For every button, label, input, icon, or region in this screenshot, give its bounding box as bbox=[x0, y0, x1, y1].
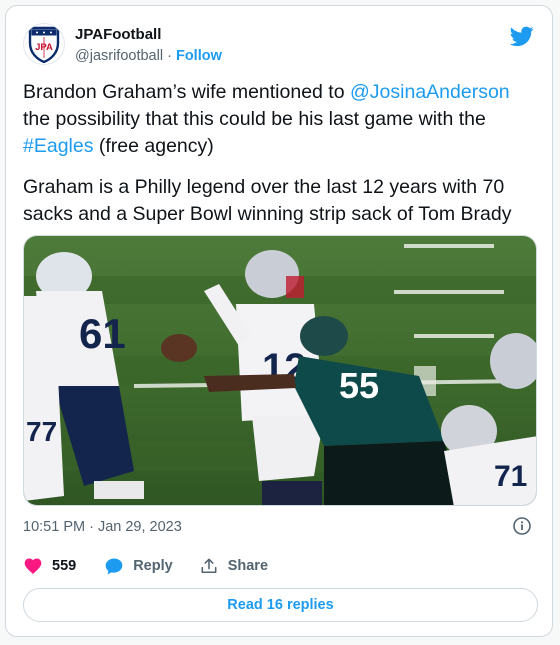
reply-button[interactable]: Reply bbox=[104, 556, 173, 576]
tweet-text: Brandon Graham’s wife mentioned to @Josi… bbox=[23, 79, 538, 228]
avatar[interactable]: JPA bbox=[23, 23, 65, 65]
heart-icon bbox=[24, 558, 42, 574]
tweet-media[interactable]: 61 77 12 55 71 bbox=[23, 235, 537, 506]
tweet-paragraph-1: Brandon Graham’s wife mentioned to @Josi… bbox=[23, 79, 538, 160]
tweet-paragraph-2: Graham is a Philly legend over the last … bbox=[23, 176, 512, 225]
reply-bubble-icon bbox=[105, 558, 123, 575]
tweet-timestamp[interactable]: 10:51 PM · Jan 29, 2023 bbox=[23, 519, 182, 535]
mention-link[interactable]: @JosinaAnderson bbox=[350, 81, 510, 103]
jpa-shield-logo: JPA bbox=[28, 26, 60, 63]
tweet-text-part: the possibility that this could be his l… bbox=[23, 108, 486, 130]
like-count: 559 bbox=[52, 558, 77, 574]
read-replies-button[interactable]: Read 16 replies bbox=[23, 588, 538, 622]
separator-dot: · bbox=[167, 48, 172, 64]
avatar-logo-text: JPA bbox=[35, 42, 53, 53]
share-button[interactable]: Share bbox=[199, 556, 268, 576]
author-name[interactable]: JPAFootball bbox=[75, 26, 161, 43]
reply-label: Reply bbox=[133, 558, 173, 574]
hashtag-link[interactable]: #Eagles bbox=[23, 135, 93, 157]
football-photo: 61 77 12 55 71 bbox=[24, 236, 536, 505]
football bbox=[161, 334, 197, 362]
info-icon[interactable] bbox=[512, 516, 532, 536]
author-handle[interactable]: @jasrifootball bbox=[75, 48, 163, 64]
right-jersey-number: 71 bbox=[494, 460, 527, 493]
author-handle-row: @jasrifootball · Follow bbox=[75, 48, 222, 64]
twitter-bird-icon[interactable] bbox=[510, 24, 534, 48]
tweet-actions: 559 Reply Share bbox=[23, 554, 268, 578]
follow-button[interactable]: Follow bbox=[176, 48, 222, 64]
defender-jersey-number: 55 bbox=[339, 365, 379, 406]
tweet-card: JPA JPAFootball @jasrifootball · Follow … bbox=[5, 5, 553, 637]
tweet-text-part: Brandon Graham’s wife mentioned to bbox=[23, 81, 350, 103]
share-label: Share bbox=[227, 558, 269, 574]
left-jersey-number: 61 bbox=[79, 310, 126, 357]
far-left-jersey-number: 77 bbox=[26, 416, 57, 447]
tweet-text-part: (free agency) bbox=[93, 135, 214, 157]
like-button[interactable]: 559 bbox=[23, 556, 76, 576]
share-icon bbox=[201, 558, 217, 574]
